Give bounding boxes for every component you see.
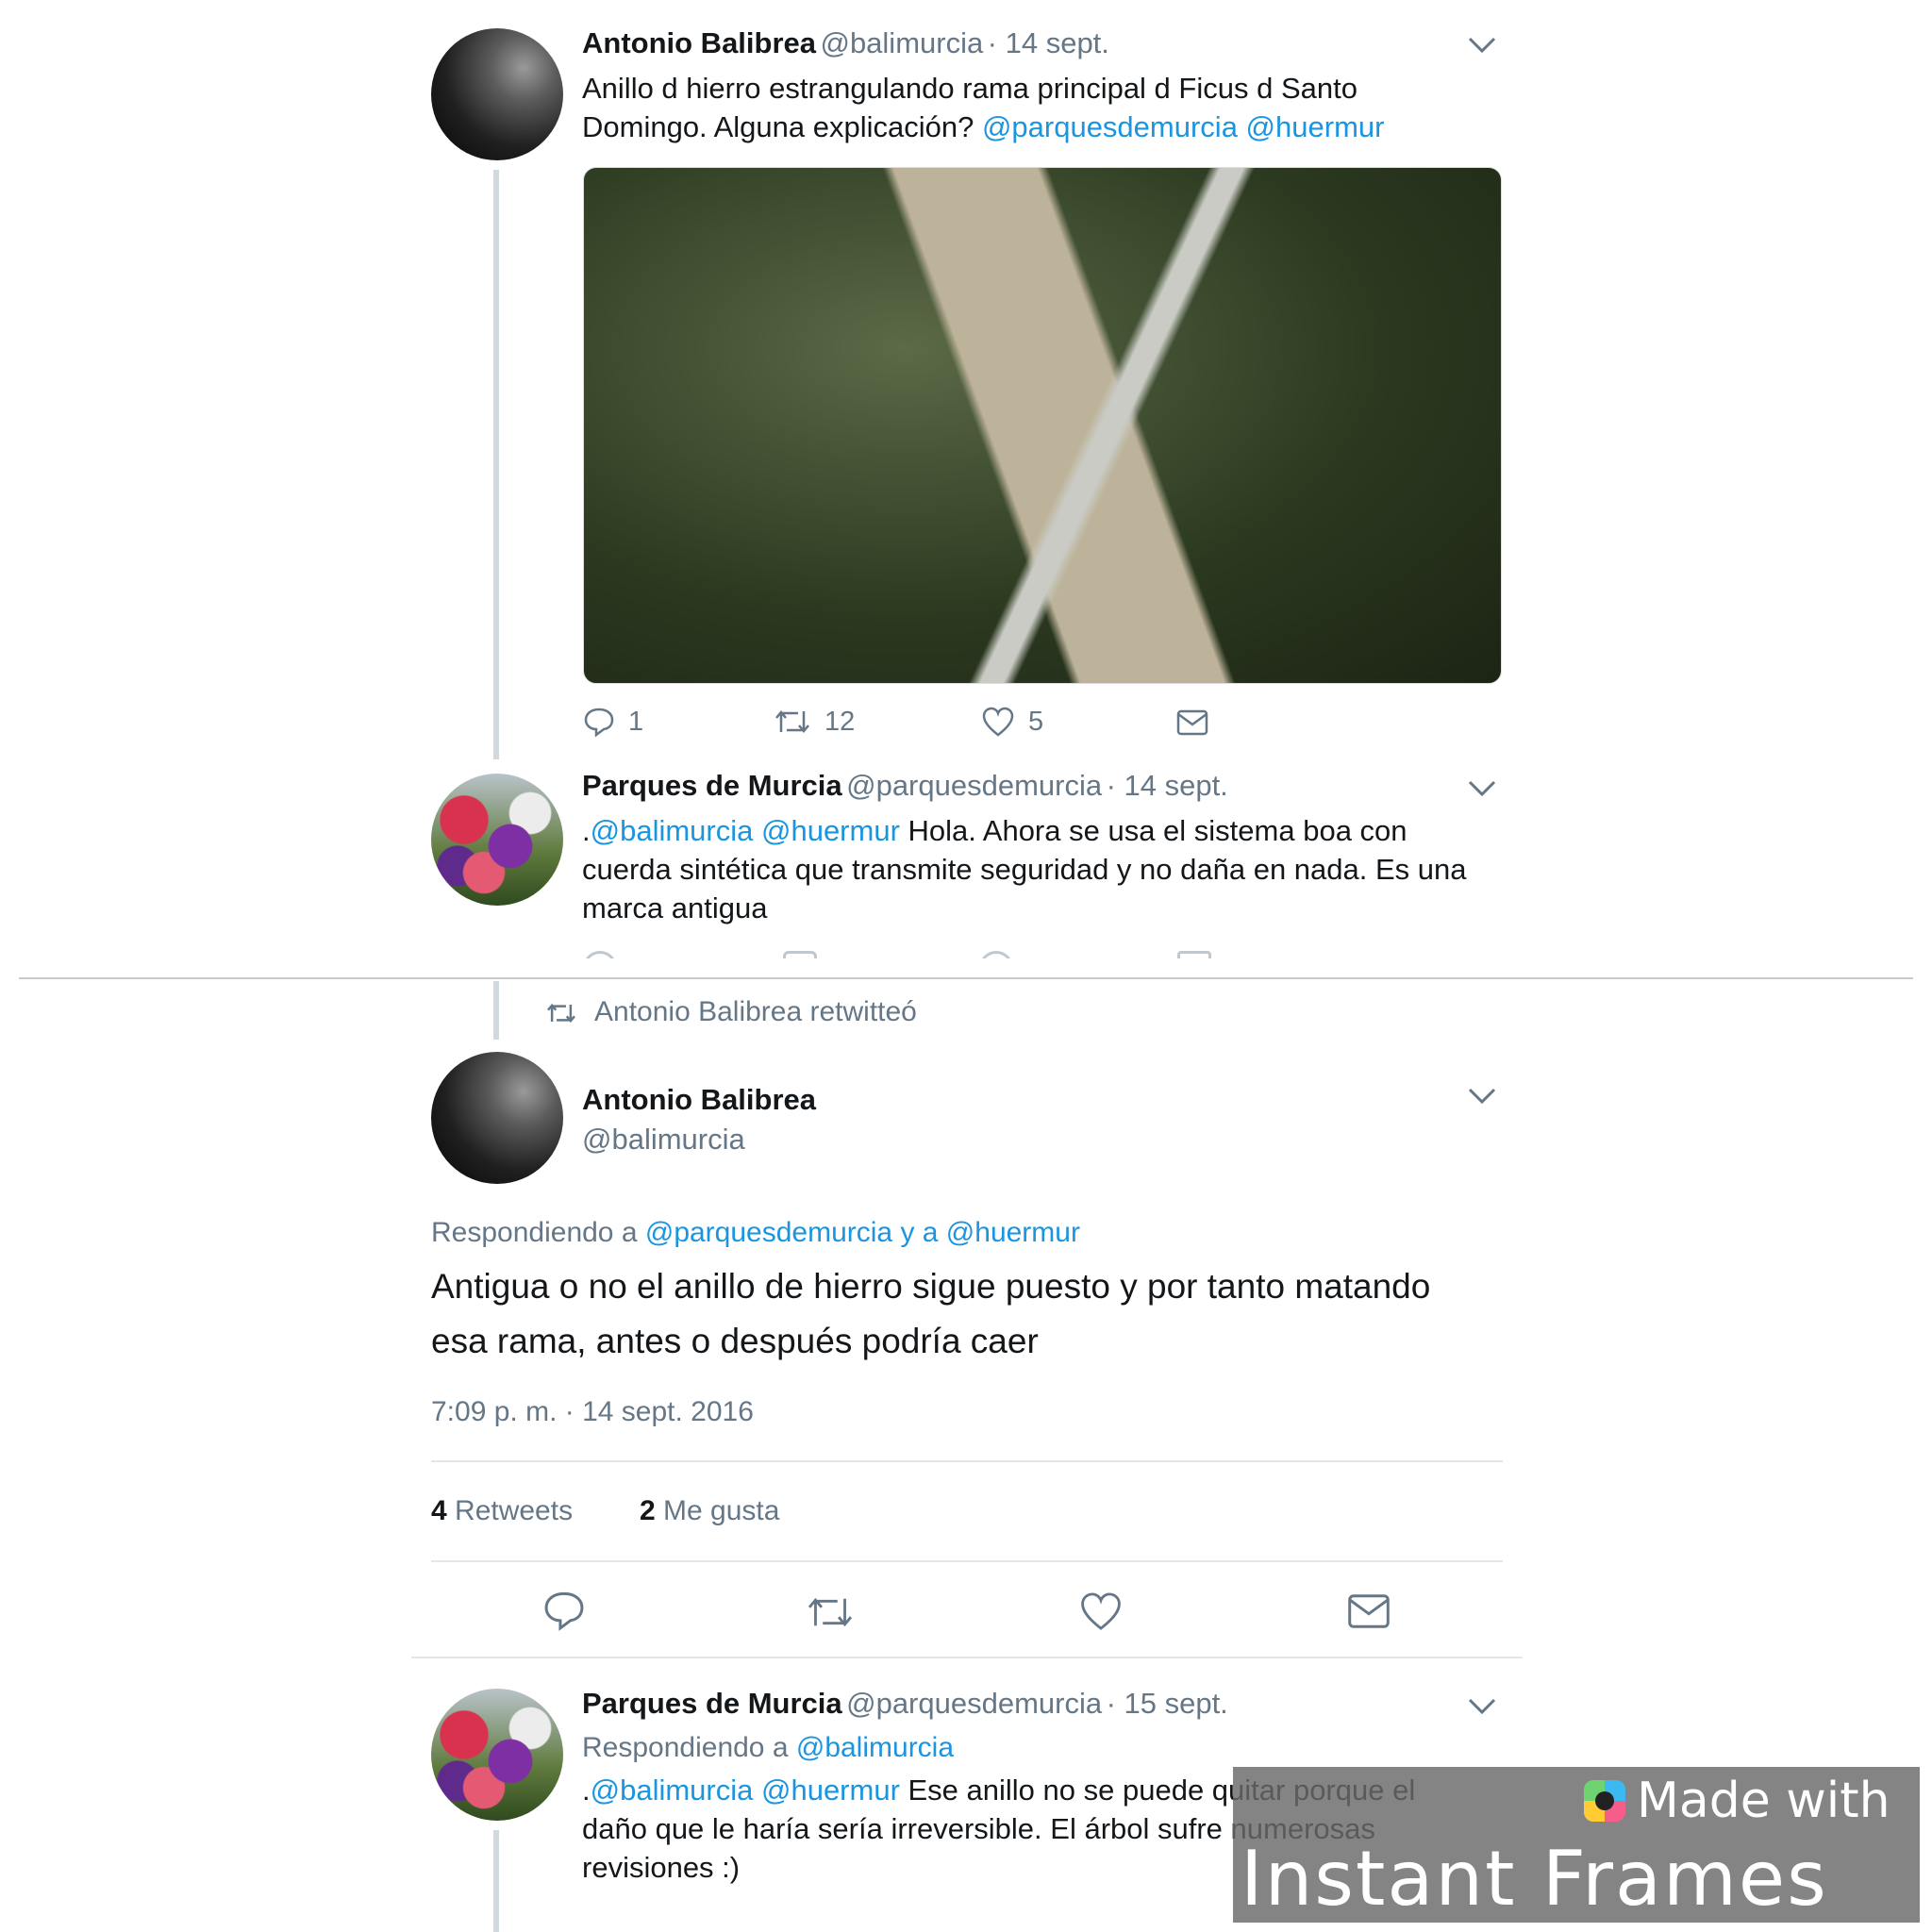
- divider: [411, 1657, 1523, 1658]
- tweet-text-line: revisiones :): [582, 1851, 741, 1884]
- reply-icon[interactable]: [542, 1589, 586, 1632]
- mention-link[interactable]: @huermur: [753, 814, 900, 847]
- frame-divider: [19, 977, 1913, 979]
- mention-link[interactable]: @parquesdemurcia y a @huermur: [645, 1217, 1080, 1248]
- thread-line: [493, 981, 499, 1040]
- main-tweet-text: Antigua o no el anillo de hierro sigue p…: [431, 1267, 1431, 1360]
- tweet-header: Parques de Murcia @parquesdemurcia · 14 …: [582, 769, 1228, 803]
- retweet-banner[interactable]: Antonio Balibrea retwitteó: [594, 996, 917, 1028]
- mention-link[interactable]: @parquesdemurcia: [982, 110, 1238, 143]
- tweet-header: Antonio Balibrea @balimurcia · 14 sept.: [582, 26, 1109, 60]
- like-count[interactable]: 2 Me gusta: [640, 1495, 779, 1527]
- author-handle[interactable]: @parquesdemurcia: [846, 1687, 1102, 1720]
- heart-icon[interactable]: [1078, 1591, 1124, 1632]
- avatar[interactable]: [431, 1052, 563, 1184]
- tweet-date[interactable]: · 15 sept.: [1107, 1687, 1228, 1720]
- tweet-header: Parques de Murcia @parquesdemurcia · 15 …: [582, 1687, 1228, 1721]
- like-button[interactable]: 5: [981, 706, 1043, 738]
- direct-message-icon[interactable]: [1347, 1593, 1391, 1629]
- replying-to: Respondiendo a @balimurcia: [582, 1732, 955, 1763]
- heart-icon: [982, 707, 1014, 737]
- retweet-icon[interactable]: [805, 1591, 856, 1633]
- avatar[interactable]: [431, 774, 563, 906]
- replying-to: Respondiendo a @parquesdemurcia y a @hue…: [431, 1217, 1080, 1248]
- direct-message-icon[interactable]: [1176, 709, 1208, 736]
- retweet-icon: [775, 710, 809, 733]
- reply-icon: [584, 708, 614, 738]
- chevron-down-icon[interactable]: [1467, 1697, 1497, 1716]
- mention-link[interactable]: @huermur: [1238, 110, 1385, 143]
- watermark: Made with Instant Frames: [1233, 1767, 1920, 1923]
- tweet-text-line: cuerda sintética que transmite seguridad…: [582, 853, 1467, 886]
- watermark-bottom-text: Instant Frames: [1241, 1835, 1828, 1923]
- tweet-photo[interactable]: [583, 167, 1502, 684]
- author-handle[interactable]: @balimurcia: [582, 1123, 745, 1157]
- author-name[interactable]: Antonio Balibrea: [582, 26, 816, 59]
- author-name[interactable]: Parques de Murcia: [582, 1687, 842, 1720]
- retweet-icon: [547, 1003, 575, 1024]
- author-handle[interactable]: @parquesdemurcia: [846, 769, 1102, 802]
- tweet-text-line: Domingo. Alguna explicación? @parquesdem…: [582, 110, 1385, 143]
- watermark-top-text: Made with: [1637, 1773, 1890, 1829]
- chevron-down-icon[interactable]: [1467, 779, 1497, 798]
- mention-link[interactable]: @balimurcia: [796, 1732, 954, 1763]
- thread-line: [493, 170, 499, 759]
- divider: [431, 1560, 1503, 1562]
- chevron-down-icon[interactable]: [1467, 36, 1497, 55]
- chevron-down-icon[interactable]: [1467, 1087, 1497, 1106]
- divider: [431, 1460, 1503, 1462]
- thread-line: [493, 1830, 499, 1932]
- mention-link[interactable]: @balimurcia: [591, 1774, 754, 1807]
- retweet-count[interactable]: 4 Retweets: [431, 1495, 573, 1527]
- avatar[interactable]: [431, 1689, 563, 1821]
- author-handle[interactable]: @balimurcia: [820, 26, 983, 59]
- action-bar-cropped: [583, 951, 1243, 958]
- tweet-text-line: Anillo d hierro estrangulando rama princ…: [582, 72, 1357, 105]
- reply-button[interactable]: 1: [583, 706, 643, 738]
- tweet-date[interactable]: · 14 sept.: [1107, 769, 1228, 802]
- mention-link[interactable]: @huermur: [753, 1774, 900, 1807]
- author-name[interactable]: Antonio Balibrea: [582, 1083, 816, 1117]
- tweet-date[interactable]: · 14 sept.: [988, 26, 1109, 59]
- avatar[interactable]: [431, 28, 563, 160]
- instant-frames-logo-icon: [1584, 1780, 1625, 1822]
- retweet-button[interactable]: 12: [774, 706, 855, 738]
- tweet-timestamp[interactable]: 7:09 p. m. · 14 sept. 2016: [431, 1396, 754, 1428]
- author-name[interactable]: Parques de Murcia: [582, 769, 842, 802]
- tweet-text-line: marca antigua: [582, 891, 768, 924]
- tweet-text-line: .@balimurcia @huermur Hola. Ahora se usa…: [582, 814, 1407, 847]
- mention-link[interactable]: @balimurcia: [591, 814, 754, 847]
